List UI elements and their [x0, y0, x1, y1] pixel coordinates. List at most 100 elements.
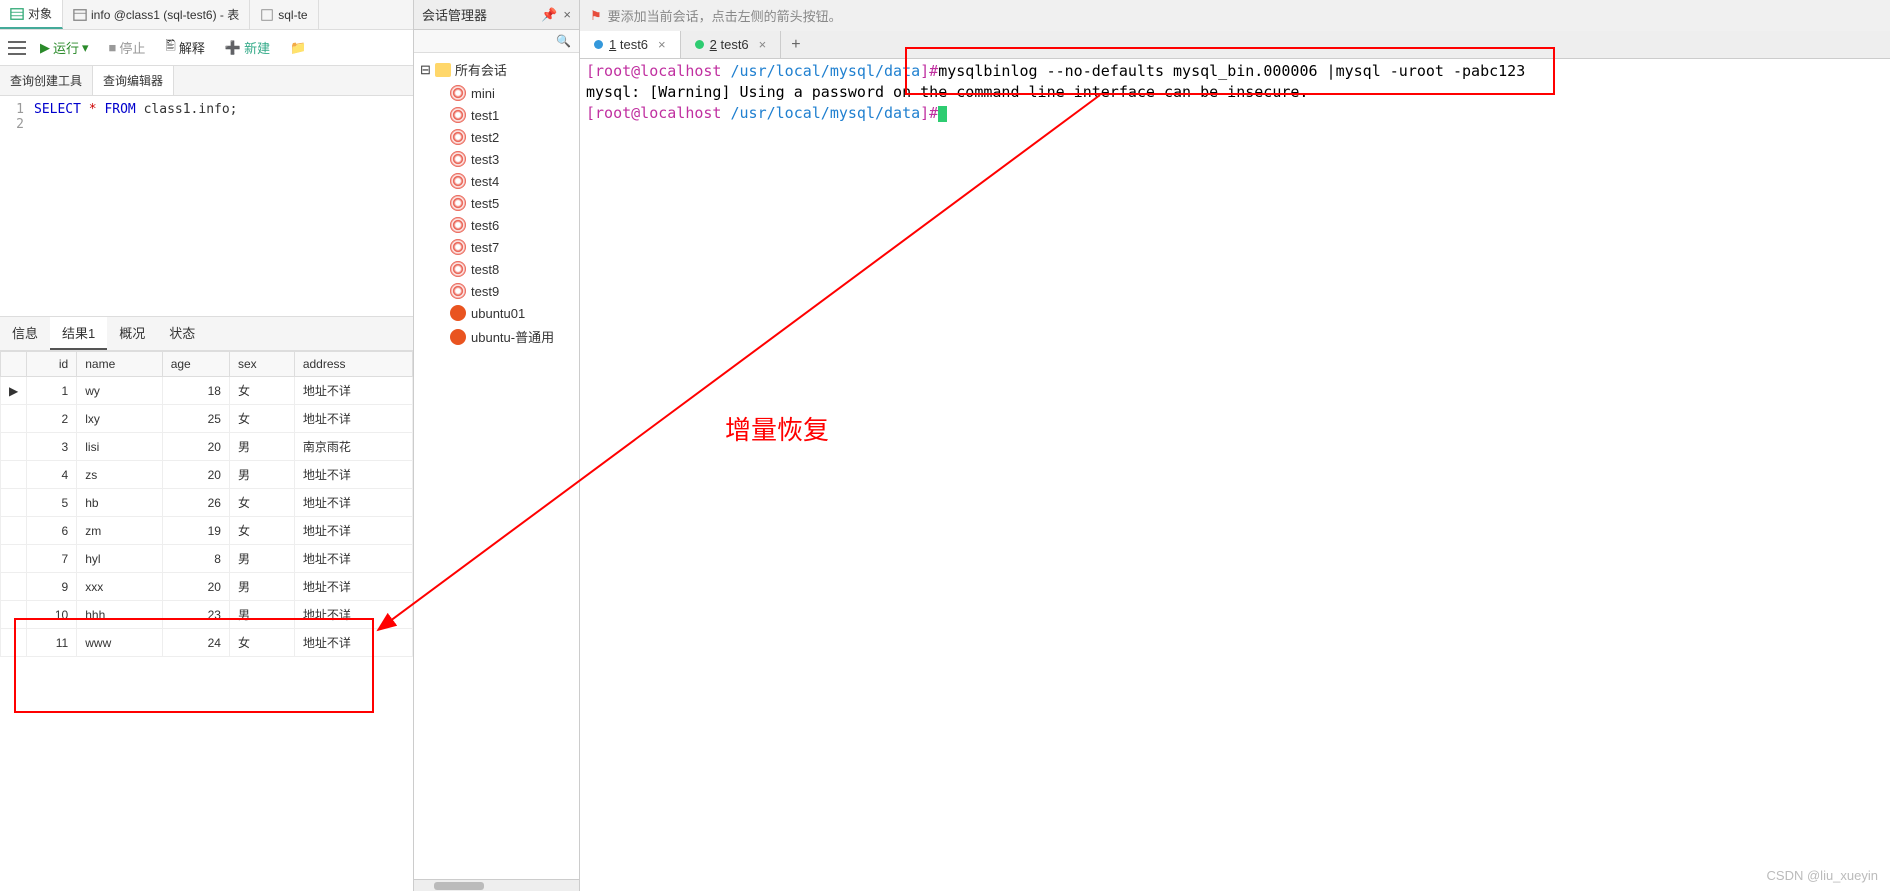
- cell-address[interactable]: 地址不详: [294, 461, 412, 489]
- cell-sex[interactable]: 女: [229, 629, 294, 657]
- cell-sex[interactable]: 女: [229, 517, 294, 545]
- cell-name[interactable]: lxy: [77, 405, 162, 433]
- tab-query-builder[interactable]: 查询创建工具: [0, 66, 93, 95]
- cell-age[interactable]: 19: [162, 517, 229, 545]
- tab-objects[interactable]: 对象: [0, 0, 63, 29]
- session-item[interactable]: test2: [414, 126, 579, 148]
- table-row[interactable]: 3 lisi 20 男 南京雨花: [1, 433, 413, 461]
- cell-age[interactable]: 25: [162, 405, 229, 433]
- col-name[interactable]: name: [77, 352, 162, 377]
- table-row[interactable]: 11 www 24 女 地址不详: [1, 629, 413, 657]
- cell-age[interactable]: 18: [162, 377, 229, 405]
- session-item[interactable]: test8: [414, 258, 579, 280]
- cell-address[interactable]: 地址不详: [294, 573, 412, 601]
- cell-address[interactable]: 地址不详: [294, 517, 412, 545]
- session-item[interactable]: test1: [414, 104, 579, 126]
- new-button[interactable]: ➕ 新建: [219, 35, 276, 60]
- cell-sex[interactable]: 女: [229, 377, 294, 405]
- table-row[interactable]: 6 zm 19 女 地址不详: [1, 517, 413, 545]
- table-row[interactable]: ▶ 1 wy 18 女 地址不详: [1, 377, 413, 405]
- cell-address[interactable]: 南京雨花: [294, 433, 412, 461]
- cell-id[interactable]: 11: [27, 629, 77, 657]
- scroll-thumb[interactable]: [434, 882, 484, 890]
- cell-sex[interactable]: 男: [229, 573, 294, 601]
- cell-age[interactable]: 20: [162, 461, 229, 489]
- cell-name[interactable]: zs: [77, 461, 162, 489]
- session-item[interactable]: test5: [414, 192, 579, 214]
- session-item[interactable]: ubuntu-普通用: [414, 324, 579, 349]
- col-address[interactable]: address: [294, 352, 412, 377]
- cell-age[interactable]: 24: [162, 629, 229, 657]
- cell-sex[interactable]: 男: [229, 433, 294, 461]
- tab-query-editor[interactable]: 查询编辑器: [93, 66, 174, 95]
- session-item[interactable]: test6: [414, 214, 579, 236]
- cell-age[interactable]: 8: [162, 545, 229, 573]
- cell-id[interactable]: 6: [27, 517, 77, 545]
- cell-name[interactable]: hb: [77, 489, 162, 517]
- add-tab-button[interactable]: +: [781, 32, 810, 58]
- cell-name[interactable]: www: [77, 629, 162, 657]
- cell-age[interactable]: 23: [162, 601, 229, 629]
- session-item[interactable]: test7: [414, 236, 579, 258]
- cell-age[interactable]: 20: [162, 573, 229, 601]
- cell-address[interactable]: 地址不详: [294, 405, 412, 433]
- tree-root[interactable]: ⊟ 所有会话: [414, 57, 579, 82]
- cell-age[interactable]: 26: [162, 489, 229, 517]
- cell-address[interactable]: 地址不详: [294, 545, 412, 573]
- cell-id[interactable]: 5: [27, 489, 77, 517]
- cell-name[interactable]: lisi: [77, 433, 162, 461]
- close-icon[interactable]: ×: [563, 7, 571, 23]
- cell-address[interactable]: 地址不详: [294, 489, 412, 517]
- cell-id[interactable]: 3: [27, 433, 77, 461]
- session-item[interactable]: test9: [414, 280, 579, 302]
- cell-sex[interactable]: 男: [229, 545, 294, 573]
- cell-age[interactable]: 20: [162, 433, 229, 461]
- cell-id[interactable]: 4: [27, 461, 77, 489]
- close-icon[interactable]: ×: [658, 37, 666, 52]
- cell-id[interactable]: 9: [27, 573, 77, 601]
- cell-sex[interactable]: 女: [229, 489, 294, 517]
- cell-address[interactable]: 地址不详: [294, 377, 412, 405]
- session-scrollbar[interactable]: [414, 879, 579, 891]
- cell-address[interactable]: 地址不详: [294, 601, 412, 629]
- cell-name[interactable]: hhh: [77, 601, 162, 629]
- stop-button[interactable]: ■ 停止: [103, 35, 152, 60]
- table-row[interactable]: 9 xxx 20 男 地址不详: [1, 573, 413, 601]
- terminal-tab[interactable]: 2 test6×: [681, 31, 782, 58]
- terminal-body[interactable]: [root@localhost /usr/local/mysql/data]#m…: [580, 59, 1890, 891]
- table-row[interactable]: 2 lxy 25 女 地址不详: [1, 405, 413, 433]
- cell-address[interactable]: 地址不详: [294, 629, 412, 657]
- terminal-tab[interactable]: 1 test6×: [580, 31, 681, 58]
- cell-id[interactable]: 7: [27, 545, 77, 573]
- save-button[interactable]: 📁: [284, 37, 312, 59]
- tab-sql[interactable]: sql-te: [250, 0, 318, 29]
- tab-info[interactable]: info @class1 (sql-test6) - 表: [63, 0, 250, 29]
- cell-id[interactable]: 2: [27, 405, 77, 433]
- table-row[interactable]: 10 hhh 23 男 地址不详: [1, 601, 413, 629]
- col-sex[interactable]: sex: [229, 352, 294, 377]
- pin-icon[interactable]: 📌: [541, 7, 557, 23]
- menu-icon[interactable]: [8, 41, 26, 55]
- col-age[interactable]: age: [162, 352, 229, 377]
- tab-profile[interactable]: 概况: [107, 317, 157, 350]
- result-table[interactable]: id name age sex address ▶ 1 wy 18 女 地址不详…: [0, 351, 413, 891]
- run-button[interactable]: ▶ 运行 ▾: [34, 35, 95, 60]
- cell-sex[interactable]: 男: [229, 601, 294, 629]
- session-item[interactable]: mini: [414, 82, 579, 104]
- cell-name[interactable]: hyl: [77, 545, 162, 573]
- session-item[interactable]: ubuntu01: [414, 302, 579, 324]
- session-item[interactable]: test4: [414, 170, 579, 192]
- tab-result1[interactable]: 结果1: [50, 317, 107, 350]
- session-item[interactable]: test3: [414, 148, 579, 170]
- cell-id[interactable]: 1: [27, 377, 77, 405]
- cell-name[interactable]: xxx: [77, 573, 162, 601]
- table-row[interactable]: 5 hb 26 女 地址不详: [1, 489, 413, 517]
- cell-sex[interactable]: 男: [229, 461, 294, 489]
- cell-name[interactable]: zm: [77, 517, 162, 545]
- cell-sex[interactable]: 女: [229, 405, 294, 433]
- col-id[interactable]: id: [27, 352, 77, 377]
- sql-editor[interactable]: 1SELECT * FROM class1.info; 2: [0, 96, 413, 316]
- tab-info[interactable]: 信息: [0, 317, 50, 350]
- tab-status[interactable]: 状态: [157, 317, 207, 350]
- search-icon[interactable]: 🔍: [556, 34, 571, 48]
